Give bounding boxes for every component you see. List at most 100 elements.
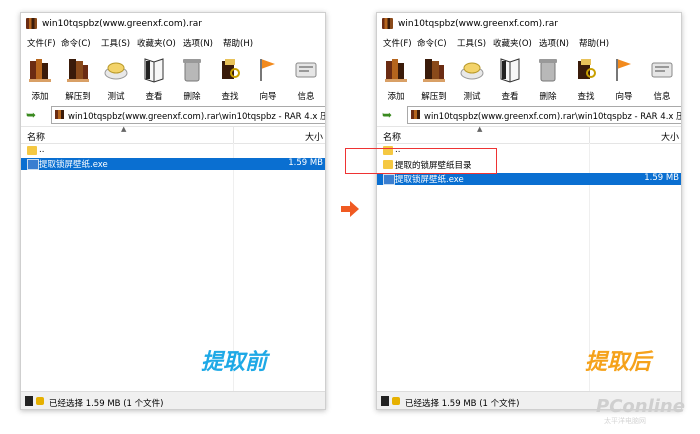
column-size[interactable]: 大小 [305,130,323,143]
toolbar: 添加 解压到 测试 查看 删除 查找 向导 信息 [21,53,325,103]
menu-help[interactable]: 帮助(H) [579,37,609,49]
file-size: 1.59 MB [288,158,323,168]
menu-command[interactable]: 命令(C) [61,37,91,49]
view-button[interactable]: 查看 [491,53,529,103]
sort-up-icon: ▲ [121,125,127,133]
add-books-icon [385,59,407,82]
exe-icon [383,174,395,185]
sort-up-icon: ▲ [477,125,483,133]
watermark-logo: PConline [596,396,685,417]
info-label: 信息 [653,92,671,102]
info-button[interactable]: 信息 [643,53,681,103]
watermark-sub: 太平洋电脑网 [604,417,646,425]
menu-bar: 文件(F) 命令(C) 工具(S) 收藏夹(O) 选项(N) 帮助(H) [21,36,325,50]
info-button[interactable]: 信息 [287,53,325,103]
menu-favorites[interactable]: 收藏夹(O) [493,37,532,49]
wizard-button[interactable]: 向导 [249,53,287,103]
menu-file[interactable]: 文件(F) [27,37,56,49]
find-button[interactable]: 查找 [567,53,605,103]
title-bar: win10tqspbz(www.greenxf.com).rar [377,13,681,35]
column-divider[interactable] [589,127,590,143]
extract-books-icon [67,59,89,82]
status-bar: 已经选择 1.59 MB (1 个文件) [21,391,325,409]
column-divider[interactable] [233,127,234,143]
title-bar: win10tqspbz(www.greenxf.com).rar [21,13,325,35]
view-label: 查看 [501,92,519,102]
path-field[interactable]: win10tqspbz(www.greenxf.com).rar\win10tq… [407,106,681,124]
add-label: 添加 [387,92,405,102]
test-label: 测试 [107,92,125,102]
info-icon [651,62,673,78]
menu-tools[interactable]: 工具(S) [457,37,486,49]
address-bar: ➥ win10tqspbz(www.greenxf.com).rar\win10… [21,105,325,125]
up-folder-icon[interactable]: ➥ [382,108,392,122]
menu-tools[interactable]: 工具(S) [101,37,130,49]
view-button[interactable]: 查看 [135,53,173,103]
delete-trash-icon [539,59,557,82]
extract-books-icon [423,59,445,82]
menu-options[interactable]: 选项(N) [183,37,213,49]
winrar-window-before: win10tqspbz(www.greenxf.com).rar 文件(F) 命… [20,12,326,410]
menu-command[interactable]: 命令(C) [417,37,447,49]
wizard-icon [616,59,631,81]
column-size[interactable]: 大小 [661,130,679,143]
delete-button[interactable]: 删除 [529,53,567,103]
wizard-label: 向导 [615,92,633,102]
path-text: win10tqspbz(www.greenxf.com).rar\win10tq… [68,112,325,122]
view-book-icon [144,58,164,83]
find-button[interactable]: 查找 [211,53,249,103]
info-label: 信息 [297,92,315,102]
add-books-icon [29,59,51,82]
delete-button[interactable]: 删除 [173,53,211,103]
delete-trash-icon [183,59,201,82]
list-header: 名称 ▲ 大小 [377,125,681,144]
column-name[interactable]: 名称 [27,130,45,143]
test-icon [460,62,484,80]
winrar-window-after: win10tqspbz(www.greenxf.com).rar 文件(F) 命… [376,12,682,410]
drive-icon [381,396,389,406]
toolbar: 添加 解压到 测试 查看 删除 查找 向导 信息 [377,53,681,103]
list-item-exe[interactable]: 提取锁屏壁纸.exe 1.59 MB [377,173,681,185]
status-text: 已经选择 1.59 MB (1 个文件) [405,399,520,409]
find-icon [222,59,240,79]
test-label: 测试 [463,92,481,102]
find-icon [578,59,596,79]
extract-label: 解压到 [421,92,447,102]
extract-button[interactable]: 解压到 [59,53,97,103]
lock-icon [392,397,400,405]
menu-options[interactable]: 选项(N) [539,37,569,49]
test-button[interactable]: 测试 [97,53,135,103]
window-title: win10tqspbz(www.greenxf.com).rar [42,19,202,29]
column-name[interactable]: 名称 [383,130,401,143]
lock-icon [36,397,44,405]
menu-favorites[interactable]: 收藏夹(O) [137,37,176,49]
menu-bar: 文件(F) 命令(C) 工具(S) 收藏夹(O) 选项(N) 帮助(H) [377,36,681,50]
file-list: 名称 ▲ 大小 .. 提取锁屏壁纸.exe 1.59 MB 提取前 [21,125,325,401]
add-button[interactable]: 添加 [377,53,415,103]
delete-label: 删除 [539,92,557,102]
add-button[interactable]: 添加 [21,53,59,103]
list-item-parent[interactable]: .. [21,145,325,157]
file-name: .. [39,145,45,155]
test-button[interactable]: 测试 [453,53,491,103]
wizard-button[interactable]: 向导 [605,53,643,103]
up-folder-icon[interactable]: ➥ [26,108,36,122]
archive-icon [411,110,420,119]
path-field[interactable]: win10tqspbz(www.greenxf.com).rar\win10tq… [51,106,325,124]
winrar-app-icon [382,18,393,29]
menu-file[interactable]: 文件(F) [383,37,412,49]
menu-help[interactable]: 帮助(H) [223,37,253,49]
wizard-icon [260,59,275,81]
drive-icon [25,396,33,406]
list-item-exe[interactable]: 提取锁屏壁纸.exe 1.59 MB [21,158,325,170]
window-title: win10tqspbz(www.greenxf.com).rar [398,19,558,29]
highlight-box [345,148,497,174]
file-size: 1.59 MB [644,173,679,183]
extract-button[interactable]: 解压到 [415,53,453,103]
find-label: 查找 [221,92,239,102]
caption-before: 提取前 [201,350,268,375]
winrar-app-icon [26,18,37,29]
view-book-icon [500,58,520,83]
caption-after: 提取后 [585,350,652,375]
test-icon [104,62,128,80]
